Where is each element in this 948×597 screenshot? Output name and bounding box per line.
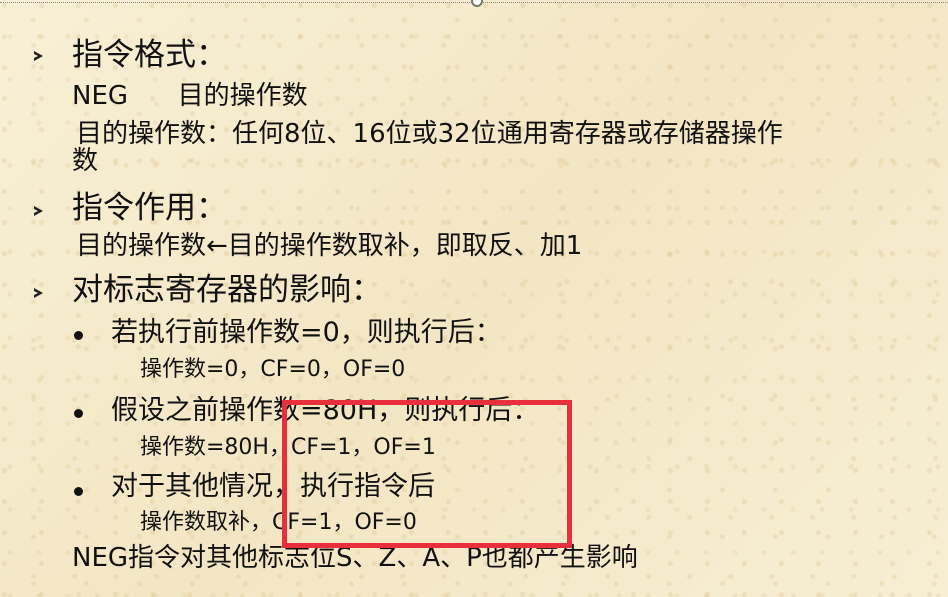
section-heading-function: 指令作用： [72,190,227,226]
syntax-line: NEG 目的操作数 [72,81,308,111]
operand-description: 目的操作数：任何8位、16位或32位通用寄存器或存储器操作 [76,119,783,149]
bullet-dot-icon [74,409,83,418]
rotate-handle[interactable] [471,0,483,7]
arrow-bullet-icon [34,51,43,61]
bullet-dot-icon [74,487,83,496]
case-zero-detail: 操作数=0，CF=0，OF=0 [140,357,406,382]
operand-description-cont: 数 [72,146,99,176]
footer-note: NEG指令对其他标志位S、Z、A、P也都产生影响 [72,543,638,573]
arrow-bullet-icon [34,288,43,298]
highlight-rectangle[interactable] [282,400,572,548]
bullet-dot-icon [74,331,83,340]
section-heading-flags: 对标志寄存器的影响： [72,272,382,308]
case-zero-text: 若执行前操作数=0，则执行后： [111,317,502,348]
arrow-bullet-icon [34,206,43,216]
function-description: 目的操作数←目的操作数取补，即取反、加1 [76,231,583,261]
section-heading-format: 指令格式： [72,37,227,73]
